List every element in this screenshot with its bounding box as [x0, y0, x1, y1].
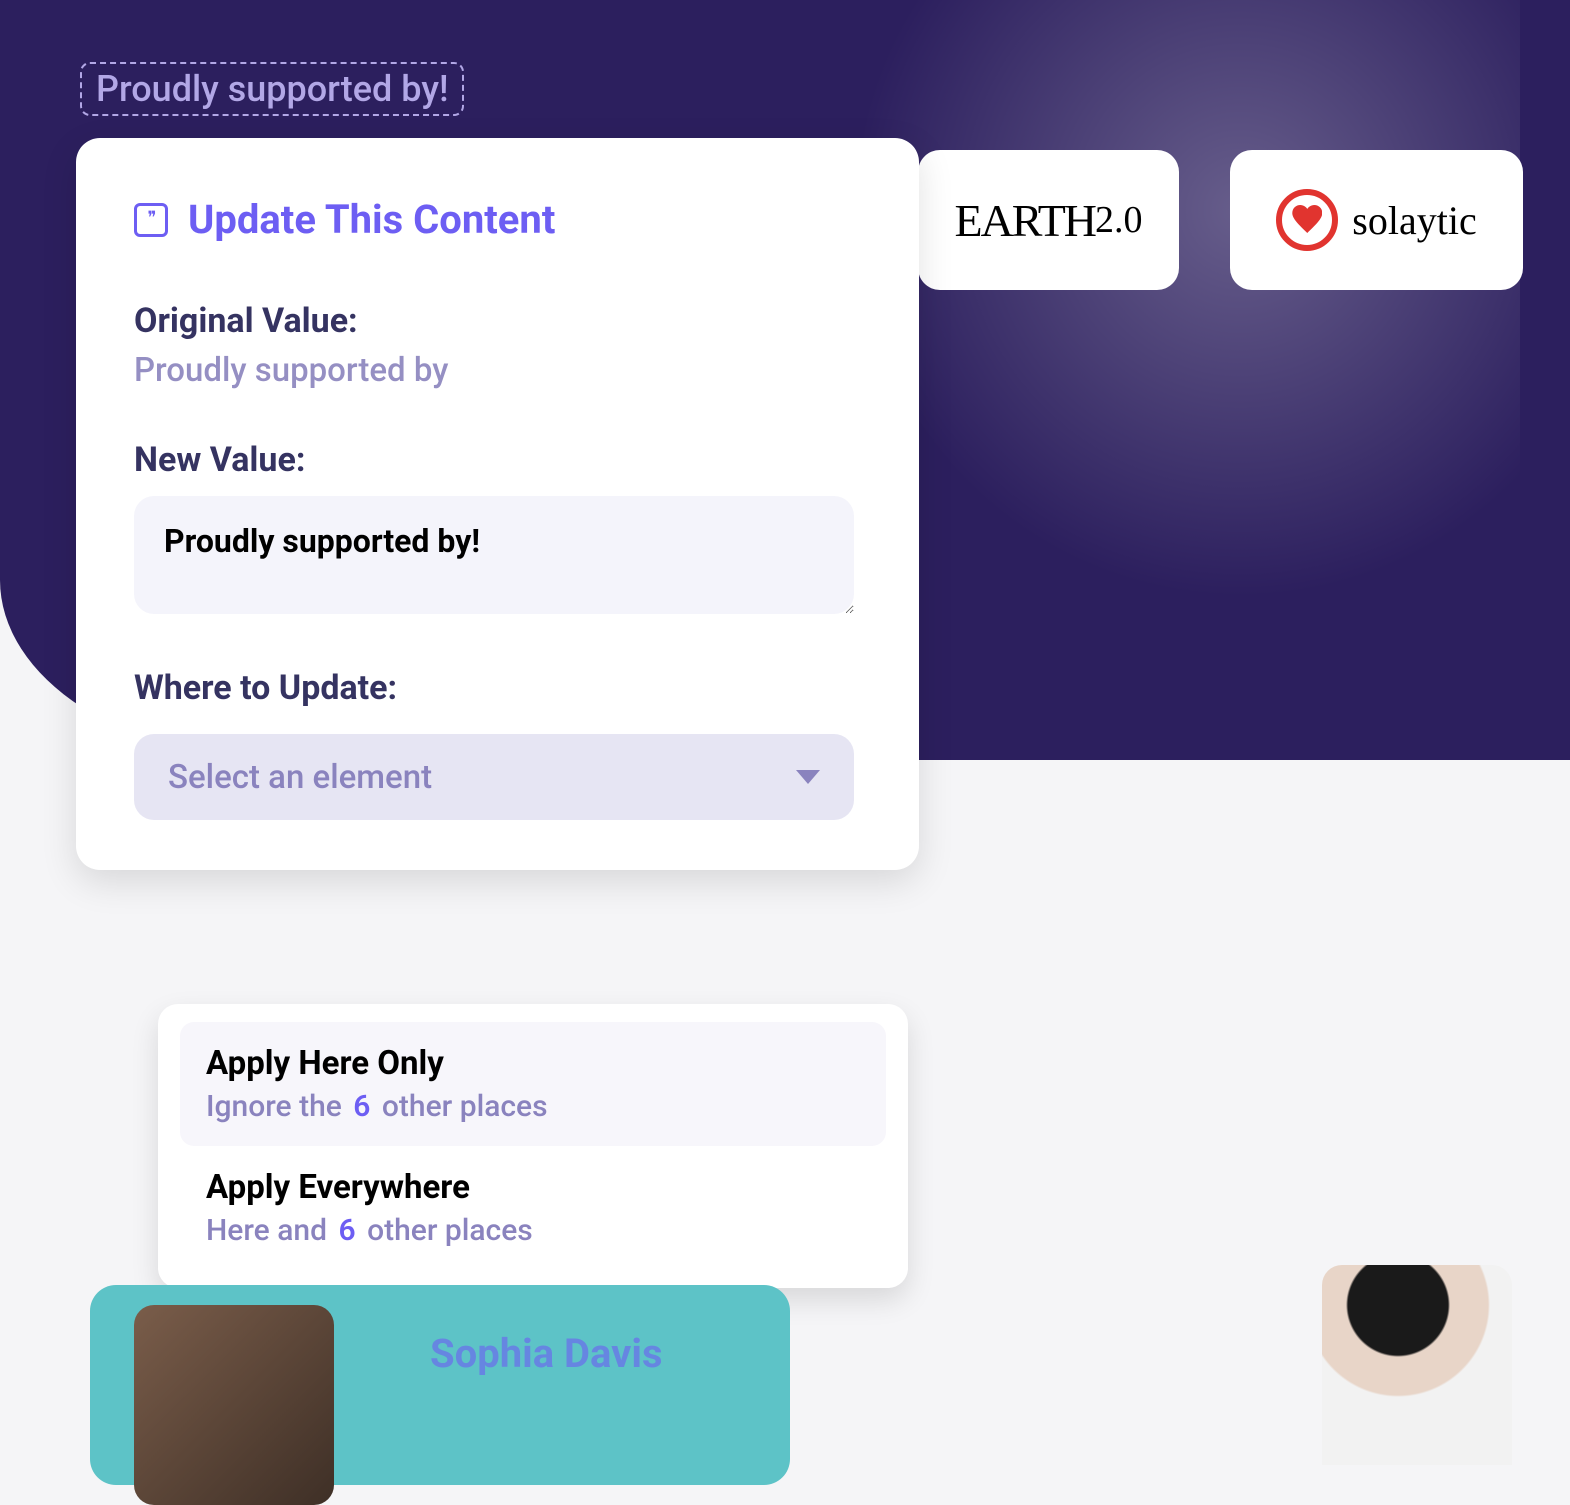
avatar	[134, 1305, 334, 1505]
option-subtitle: Ignore the 6 other places	[206, 1089, 860, 1124]
dropdown-option-apply-here[interactable]: Apply Here Only Ignore the 6 other place…	[180, 1022, 886, 1146]
sponsor-card-earth[interactable]: EARTH2.0	[918, 150, 1179, 290]
heart-icon	[1276, 189, 1338, 251]
chevron-down-icon	[796, 770, 820, 784]
where-update-label: Where to Update:	[134, 668, 879, 708]
selected-text-highlight[interactable]: Proudly supported by!	[80, 62, 464, 116]
original-value-text: Proudly supported by	[134, 351, 879, 390]
dropdown-option-apply-everywhere[interactable]: Apply Everywhere Here and 6 other places	[180, 1146, 886, 1270]
new-value-input[interactable]	[134, 496, 854, 614]
new-value-label: New Value:	[134, 440, 879, 480]
sponsor-card-solaytic[interactable]: solaytic	[1230, 150, 1523, 290]
option-subtitle: Here and 6 other places	[206, 1213, 860, 1248]
option-title: Apply Everywhere	[206, 1168, 860, 1207]
update-content-popup: Update This Content Original Value: Prou…	[76, 138, 919, 870]
where-update-dropdown: Apply Here Only Ignore the 6 other place…	[158, 1004, 908, 1288]
sponsor-solaytic-label: solaytic	[1352, 197, 1476, 244]
sponsor-earth-label: EARTH	[954, 194, 1095, 247]
profile-name: Sophia Davis	[430, 1330, 663, 1377]
avatar	[1322, 1265, 1512, 1465]
where-update-select[interactable]: Select an element	[134, 734, 854, 820]
popup-title: Update This Content	[188, 196, 555, 243]
select-placeholder: Select an element	[168, 758, 432, 797]
popup-header: Update This Content	[134, 196, 879, 243]
quote-icon	[134, 203, 168, 237]
original-value-label: Original Value:	[134, 301, 879, 341]
option-title: Apply Here Only	[206, 1044, 860, 1083]
sponsor-earth-version: 2.0	[1095, 198, 1143, 242]
